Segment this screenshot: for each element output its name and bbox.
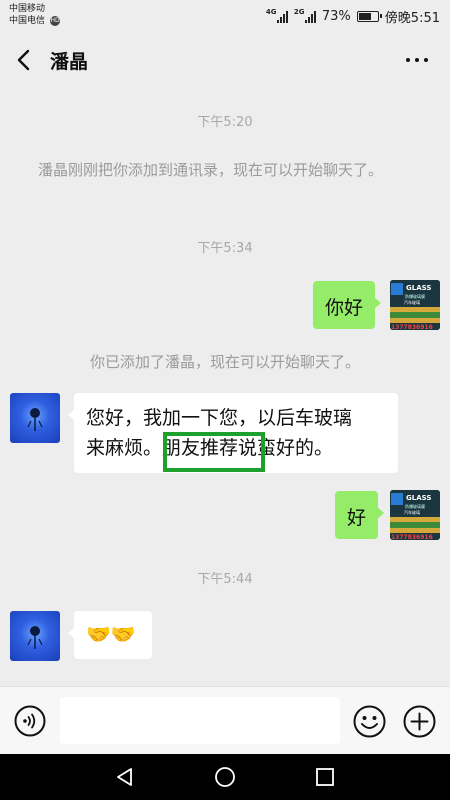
carrier-2: 中国电信 <box>9 16 46 26</box>
sent-message-bubble[interactable]: 好 <box>335 491 385 539</box>
received-message-bubble[interactable]: 🤝🤝 <box>68 611 152 659</box>
avatar-line-1: 防爆玻璃膜 <box>405 293 425 299</box>
network-label-1: 4G <box>265 7 277 16</box>
chat-header: 潘晶 <box>0 34 450 86</box>
voice-button[interactable] <box>14 705 46 737</box>
voice-icon <box>14 705 46 737</box>
system-message: 你已添加了潘晶，现在可以开始聊天了。 <box>89 353 360 371</box>
more-actions-button[interactable] <box>403 705 436 738</box>
nav-back-button[interactable] <box>114 766 136 788</box>
timestamp: 下午5:34 <box>197 241 253 256</box>
message-text-line-2: 来麻烦。朋友推荐说蛮好的。 <box>86 433 386 463</box>
chevron-left-icon <box>17 49 30 71</box>
timestamp: 下午5:20 <box>197 115 253 130</box>
emoji-icon <box>353 705 386 738</box>
more-dots-icon <box>415 58 419 62</box>
battery-percent: 73% <box>321 9 351 24</box>
message-text-part: 说蛮好的。 <box>238 437 334 459</box>
received-message-bubble[interactable]: 您好，我加一下您，以后车玻璃 来麻烦。朋友推荐说蛮好的。 <box>68 393 398 473</box>
nav-home-icon <box>215 767 235 787</box>
navigation-bar <box>0 754 450 800</box>
contact-avatar[interactable] <box>10 611 60 661</box>
carrier-1: 中国移动 <box>9 4 46 14</box>
nav-recents-button[interactable] <box>314 766 336 788</box>
more-dots-icon <box>424 58 428 62</box>
plus-icon <box>403 705 436 738</box>
nav-back-icon <box>117 768 132 786</box>
contact-avatar-image <box>27 626 43 649</box>
more-button[interactable] <box>404 52 430 68</box>
nav-recents-icon <box>316 768 334 786</box>
handshake-emoji: 🤝🤝 <box>86 622 136 646</box>
self-avatar[interactable]: GLASS 防爆玻璃膜 汽车玻璃 1377836916 <box>390 490 440 540</box>
system-message: 潘晶刚刚把你添加到通讯录，现在可以开始聊天了。 <box>38 161 384 179</box>
input-bar <box>0 686 450 755</box>
chat-screen: 中国移动 中国电信 HD 4G 2G 73% 傍晚5:51 潘晶 下午5:20 … <box>0 0 450 800</box>
avatar-brand: GLASS <box>406 494 431 502</box>
message-text: 你好 <box>325 297 364 319</box>
message-input[interactable] <box>60 697 340 744</box>
hd-icon: HD <box>50 16 61 26</box>
avatar-phone: 1377836916 <box>391 324 433 330</box>
avatar-line-2: 汽车玻璃 <box>404 299 420 305</box>
highlighted-text: 朋友推荐 <box>162 437 239 459</box>
message-text: 好 <box>347 507 367 529</box>
back-button[interactable] <box>14 48 36 72</box>
avatar-line-1: 防爆玻璃膜 <box>405 503 425 509</box>
battery-fill <box>358 13 371 20</box>
signal-icon: 4G <box>265 7 288 23</box>
status-icons: 4G 2G 73% 傍晚5:51 <box>265 7 440 27</box>
more-dots-icon <box>406 58 410 62</box>
battery-icon <box>356 11 382 22</box>
sent-message-bubble[interactable]: 你好 <box>313 281 382 329</box>
status-bar: 中国移动 中国电信 HD 4G 2G 73% 傍晚5:51 <box>0 0 450 34</box>
timestamp: 下午5:44 <box>197 572 253 587</box>
glass-logo-avatar: GLASS 防爆玻璃膜 汽车玻璃 1377836916 <box>390 280 440 330</box>
signal-icon: 2G <box>293 7 316 23</box>
avatar-phone: 1377836916 <box>391 534 433 540</box>
self-avatar[interactable]: GLASS 防爆玻璃膜 汽车玻璃 1377836916 <box>390 280 440 330</box>
nav-home-button[interactable] <box>214 766 236 788</box>
carrier-info: 中国移动 中国电信 HD <box>9 3 61 27</box>
glass-logo-avatar: GLASS 防爆玻璃膜 汽车玻璃 1377836916 <box>390 490 440 540</box>
message-text-line-1: 您好，我加一下您，以后车玻璃 <box>86 407 353 429</box>
message-text-part: 来麻烦。 <box>86 437 163 459</box>
clock: 傍晚5:51 <box>384 11 440 26</box>
chat-title: 潘晶 <box>50 51 89 73</box>
emoji-button[interactable] <box>353 705 386 738</box>
avatar-brand: GLASS <box>406 284 431 292</box>
avatar-line-2: 汽车玻璃 <box>404 509 420 515</box>
contact-avatar-image <box>27 408 43 431</box>
network-label-2: 2G <box>293 7 305 16</box>
contact-avatar[interactable] <box>10 393 60 443</box>
